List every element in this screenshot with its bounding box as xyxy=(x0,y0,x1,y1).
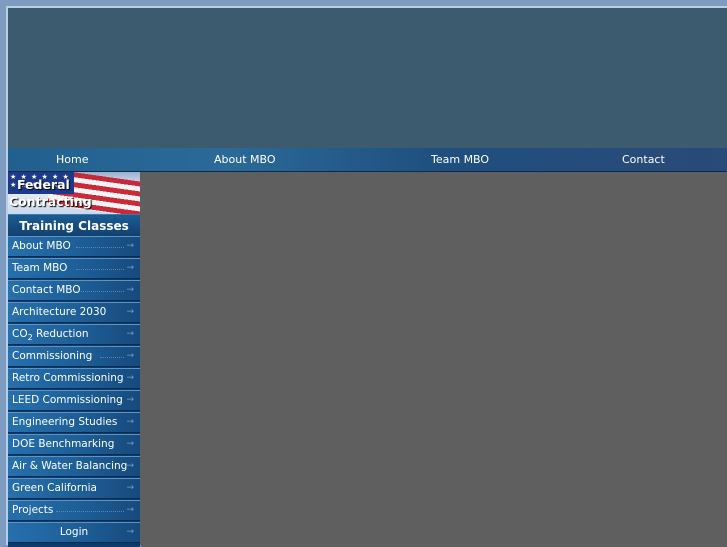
arrow-icon: → xyxy=(126,241,134,251)
sidebar-item-leed-commissioning[interactable]: LEED Commissioning → xyxy=(8,390,140,411)
arrow-icon: → xyxy=(126,461,134,471)
sidebar-item-label: About MBO xyxy=(12,240,71,252)
arrow-icon: → xyxy=(126,307,134,317)
divider xyxy=(100,357,124,358)
flag-title-line1: Federal xyxy=(17,177,70,192)
divider xyxy=(76,247,124,248)
nav-about-mbo[interactable]: About MBO xyxy=(214,153,276,166)
training-classes-heading[interactable]: Training Classes xyxy=(8,214,140,237)
sidebar-item-label: Retro Commissioning xyxy=(12,372,124,384)
sidebar-item-about-mbo[interactable]: About MBO → xyxy=(8,236,140,257)
sidebar-item-green-california[interactable]: Green California → xyxy=(8,478,140,499)
sidebar-item-label: Contact MBO xyxy=(12,284,81,296)
sidebar-item-label: CO2 Reduction xyxy=(12,328,89,342)
sidebar-item-label: Engineering Studies xyxy=(12,416,118,428)
arrow-icon: → xyxy=(126,417,134,427)
arrow-icon: → xyxy=(126,505,134,515)
arrow-icon: → xyxy=(126,285,134,295)
co2-suffix: Reduction xyxy=(32,328,89,340)
sidebar-item-retro-commissioning[interactable]: Retro Commissioning → xyxy=(8,368,140,389)
sidebar-item-label: LEED Commissioning xyxy=(12,394,123,406)
arrow-icon: → xyxy=(126,439,134,449)
sidebar-item-label: Air & Water Balancing xyxy=(12,460,128,472)
main-content-area xyxy=(141,172,727,547)
arrow-icon: → xyxy=(126,483,134,493)
federal-contracting-title: Federal Contracting xyxy=(9,176,92,210)
sidebar-item-doe-benchmarking[interactable]: DOE Benchmarking → xyxy=(8,434,140,455)
sidebar-item-label: Green California xyxy=(12,482,97,494)
arrow-icon: → xyxy=(126,329,134,339)
arrow-icon: → xyxy=(126,373,134,383)
sidebar-item-architecture-2030[interactable]: Architecture 2030 → xyxy=(8,302,140,323)
divider xyxy=(76,291,124,292)
sidebar-item-login[interactable]: Login → xyxy=(8,522,140,543)
header-banner xyxy=(8,8,727,148)
sidebar-item-commissioning[interactable]: Commissioning → xyxy=(8,346,140,367)
sidebar-item-air-water-balancing[interactable]: Air & Water Balancing → xyxy=(8,456,140,477)
page-frame: Home About MBO Team MBO Contact ★ ★ ★ ★ … xyxy=(6,6,727,547)
arrow-icon: → xyxy=(126,395,134,405)
sidebar-item-label: Architecture 2030 xyxy=(12,306,107,318)
arrow-icon: → xyxy=(126,263,134,273)
sidebar-item-label: Team MBO xyxy=(12,262,68,274)
sidebar-item-co2-reduction[interactable]: CO2 Reduction → xyxy=(8,324,140,345)
sidebar-item-engineering-studies[interactable]: Engineering Studies → xyxy=(8,412,140,433)
nav-team-mbo[interactable]: Team MBO xyxy=(431,153,489,166)
nav-contact[interactable]: Contact xyxy=(622,153,665,166)
divider xyxy=(76,269,124,270)
flag-title-line2: Contracting xyxy=(9,194,92,209)
nav-home[interactable]: Home xyxy=(56,153,88,166)
sidebar-item-label: Projects xyxy=(12,504,54,516)
arrow-icon: → xyxy=(126,351,134,361)
sidebar-item-contact-mbo[interactable]: Contact MBO → xyxy=(8,280,140,301)
co2-text: CO xyxy=(12,328,28,340)
divider xyxy=(56,511,124,512)
sidebar-item-team-mbo[interactable]: Team MBO → xyxy=(8,258,140,279)
sidebar-item-label: Commissioning xyxy=(12,350,93,362)
arrow-icon: → xyxy=(126,527,134,537)
top-navigation: Home About MBO Team MBO Contact xyxy=(8,148,727,172)
sidebar: ★ ★ ★ ★ ★ ★ ★ ★ ★ ★ ★ Federal Contracting… xyxy=(8,172,140,547)
sidebar-item-projects[interactable]: Projects → xyxy=(8,500,140,521)
sidebar-item-label: DOE Benchmarking xyxy=(12,438,115,450)
federal-contracting-banner[interactable]: ★ ★ ★ ★ ★ ★ ★ ★ ★ ★ ★ Federal Contracting xyxy=(8,172,140,214)
sidebar-item-label: Login xyxy=(59,526,89,538)
